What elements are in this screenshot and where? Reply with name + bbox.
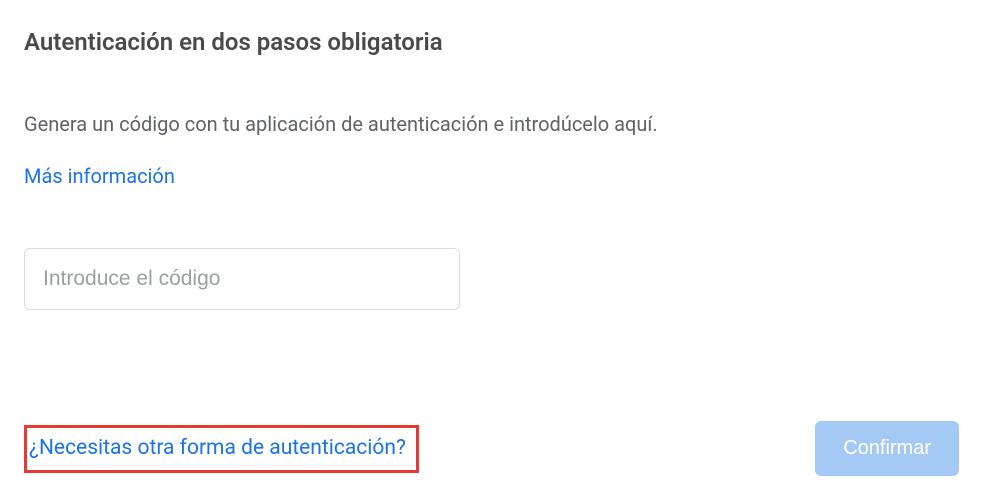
more-info-link[interactable]: Más información bbox=[24, 164, 175, 188]
dialog-description: Genera un código con tu aplicación de au… bbox=[24, 112, 967, 136]
code-input[interactable] bbox=[24, 248, 460, 310]
alt-auth-highlight: ¿Necesitas otra forma de autenticación? bbox=[24, 425, 419, 473]
confirm-button[interactable]: Confirmar bbox=[815, 421, 959, 476]
dialog-title: Autenticación en dos pasos obligatoria bbox=[24, 28, 967, 56]
two-step-auth-dialog: Autenticación en dos pasos obligatoria G… bbox=[24, 28, 967, 476]
alt-auth-link[interactable]: ¿Necesitas otra forma de autenticación? bbox=[29, 436, 406, 460]
dialog-footer: ¿Necesitas otra forma de autenticación? … bbox=[24, 421, 967, 476]
more-info-link-wrap: Más información bbox=[24, 164, 967, 188]
